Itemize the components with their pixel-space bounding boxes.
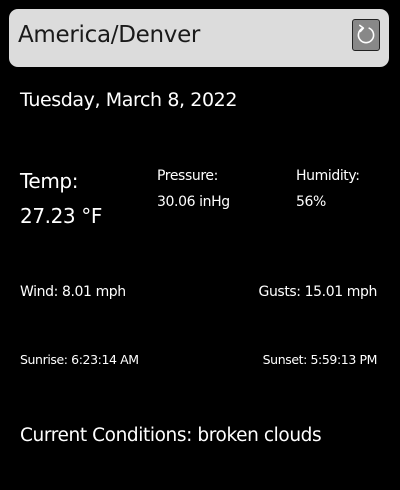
refresh-icon: [357, 24, 375, 44]
humidity-label: Humidity:: [296, 168, 360, 184]
sunrise-time: Sunrise: 6:23:14 AM: [20, 352, 139, 367]
humidity-value: 56%: [296, 194, 326, 210]
sunset-time: Sunset: 5:59:13 PM: [262, 352, 378, 367]
pressure-label: Pressure:: [157, 168, 218, 184]
temperature-value: 27.23 °F: [20, 204, 102, 228]
current-conditions: Current Conditions: broken clouds: [20, 425, 322, 446]
refresh-button[interactable]: [352, 19, 380, 51]
wind-gusts: Gusts: 15.01 mph: [258, 284, 378, 300]
location-bar: America/Denver: [9, 9, 389, 67]
wind-speed: Wind: 8.01 mph: [20, 284, 126, 300]
temperature-label: Temp:: [20, 169, 79, 193]
pressure-value: 30.06 inHg: [157, 194, 230, 210]
location-name: America/Denver: [18, 22, 201, 48]
date-display: Tuesday, March 8, 2022: [20, 89, 238, 111]
